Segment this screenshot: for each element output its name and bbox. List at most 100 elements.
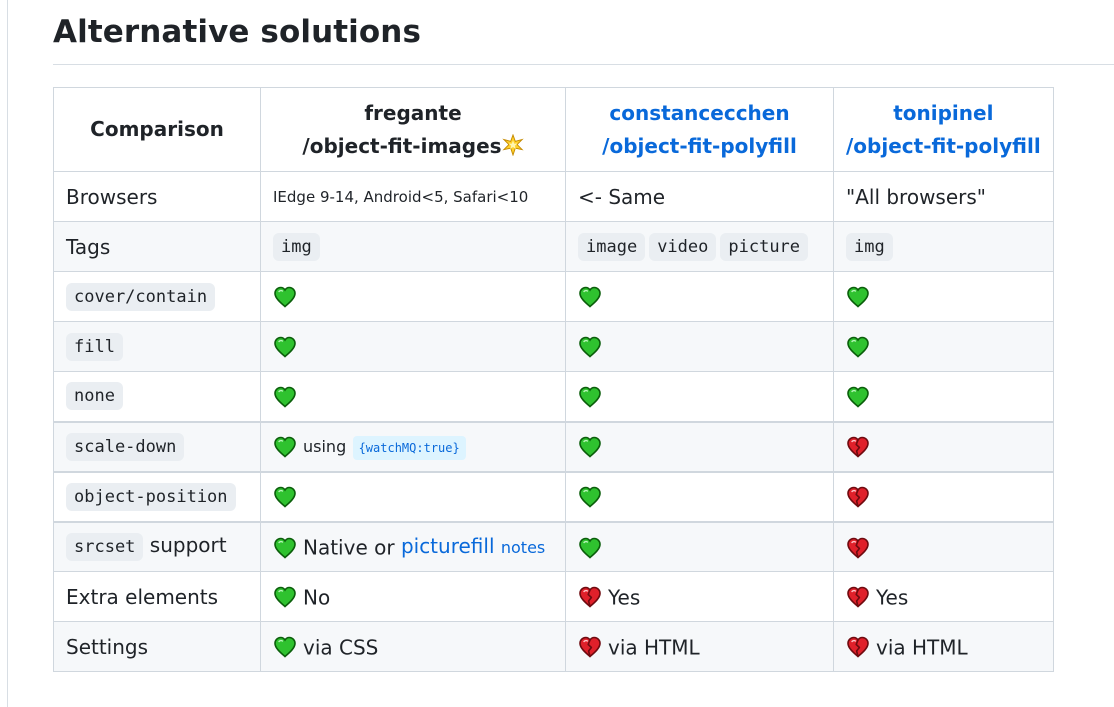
row-srcset: srcset support Native or picturefill not… <box>53 520 1054 572</box>
none-fregante <box>260 371 566 422</box>
header-tonipinel[interactable]: tonipinel /object-fit-polyfill <box>833 87 1054 172</box>
watchmq-code: {watchMQ:true} <box>352 436 466 460</box>
row-label: Browsers <box>53 171 261 222</box>
header-fregante-repo-label: /object-fit-images <box>302 133 502 158</box>
srcset-constancecchen <box>565 520 834 572</box>
green-heart-icon <box>273 335 297 359</box>
scale-down-constancecchen <box>565 420 834 472</box>
settings-fregante: via CSS <box>260 621 566 672</box>
picturefill-link[interactable]: picturefill <box>401 534 495 558</box>
header-tonipinel-owner-link[interactable]: tonipinel <box>846 97 1041 130</box>
green-heart-icon <box>846 285 870 309</box>
browsers-fregante: IEdge 9-14, Android<5, Safari<10 <box>260 171 566 222</box>
extra-constancecchen-text: Yes <box>608 585 641 610</box>
header-constancecchen[interactable]: constancecchen /object-fit-polyfill <box>565 87 834 172</box>
object-position-constancecchen <box>565 470 834 522</box>
browsers-constancecchen: <- Same <box>565 171 834 222</box>
row-label: none <box>53 371 261 422</box>
scale-down-tonipinel <box>833 420 1054 472</box>
srcset-native-text: Native or <box>303 535 395 560</box>
broken-heart-icon <box>846 635 870 659</box>
row-label: Settings <box>53 621 261 672</box>
green-heart-icon <box>578 385 602 409</box>
green-heart-icon <box>578 435 602 459</box>
green-heart-icon <box>273 285 297 309</box>
green-heart-icon <box>578 335 602 359</box>
row-scale-down: scale-down using {watchMQ:true} <box>53 420 1054 472</box>
tag-code: img <box>273 232 320 261</box>
green-heart-icon <box>578 485 602 509</box>
green-heart-icon <box>273 635 297 659</box>
scale-down-note: using <box>303 437 347 456</box>
row-settings: Settings via CSS via HTML via HTML <box>53 621 1054 672</box>
row-label-code: cover/contain <box>66 282 216 311</box>
tag-code: img <box>846 232 893 261</box>
header-comparison: Comparison <box>53 87 261 172</box>
row-tags: Tags img image video picture img <box>53 221 1054 272</box>
fill-tonipinel <box>833 321 1054 372</box>
header-fregante-owner: fregante <box>364 100 462 125</box>
cover-constancecchen <box>565 271 834 322</box>
tags-fregante: img <box>260 221 566 272</box>
green-heart-icon <box>273 385 297 409</box>
row-fill: fill <box>53 321 1054 372</box>
row-label: srcset support <box>53 520 261 572</box>
row-cover-contain: cover/contain <box>53 271 1054 322</box>
green-heart-icon <box>273 536 297 560</box>
header-constancecchen-owner-link[interactable]: constancecchen <box>578 97 821 130</box>
cover-tonipinel <box>833 271 1054 322</box>
row-label-code: fill <box>66 332 123 361</box>
row-label-text: support <box>149 532 227 557</box>
green-heart-icon <box>273 585 297 609</box>
cover-fregante <box>260 271 566 322</box>
tag-code: video <box>649 232 717 261</box>
comparison-table: Comparison fregante /object-fit-images c… <box>53 87 1054 672</box>
row-label: Tags <box>53 221 261 272</box>
sparkle-star-icon <box>501 133 524 157</box>
heading-divider <box>53 64 1114 65</box>
settings-fregante-text: via CSS <box>303 635 379 660</box>
notes-link[interactable]: notes <box>501 538 545 557</box>
header-fregante: fregante /object-fit-images <box>260 87 566 172</box>
header-comparison-label: Comparison <box>90 117 224 141</box>
tag-code: image <box>578 232 646 261</box>
green-heart-icon <box>846 335 870 359</box>
extra-tonipinel: Yes <box>833 571 1054 622</box>
row-label: fill <box>53 321 261 372</box>
row-object-position: object-position <box>53 470 1054 522</box>
settings-constancecchen: via HTML <box>565 621 834 672</box>
left-border <box>7 0 8 707</box>
broken-heart-icon <box>578 585 602 609</box>
object-position-tonipinel <box>833 470 1054 522</box>
row-label-code: object-position <box>66 482 236 511</box>
green-heart-icon <box>578 285 602 309</box>
green-heart-icon <box>273 485 297 509</box>
object-position-fregante <box>260 470 566 522</box>
tags-constancecchen: image video picture <box>565 221 834 272</box>
extra-constancecchen: Yes <box>565 571 834 622</box>
row-label-code: srcset <box>66 532 144 561</box>
row-label: object-position <box>53 470 261 522</box>
row-label: cover/contain <box>53 271 261 322</box>
header-constancecchen-repo-link[interactable]: /object-fit-polyfill <box>578 130 821 163</box>
srcset-tonipinel <box>833 520 1054 572</box>
settings-tonipinel: via HTML <box>833 621 1054 672</box>
green-heart-icon <box>273 435 297 459</box>
row-label: Extra elements <box>53 571 261 622</box>
section-heading: Alternative solutions <box>53 14 422 50</box>
header-tonipinel-repo-link[interactable]: /object-fit-polyfill <box>846 130 1041 163</box>
settings-tonipinel-text: via HTML <box>876 635 968 660</box>
broken-heart-icon <box>846 585 870 609</box>
none-constancecchen <box>565 371 834 422</box>
scale-down-fregante: using {watchMQ:true} <box>260 420 566 472</box>
row-label-code: none <box>66 382 123 411</box>
fill-constancecchen <box>565 321 834 372</box>
header-fregante-repo: /object-fit-images <box>273 130 553 163</box>
row-none: none <box>53 371 1054 422</box>
none-tonipinel <box>833 371 1054 422</box>
fill-fregante <box>260 321 566 372</box>
row-label-code: scale-down <box>66 432 185 461</box>
tag-code: picture <box>720 232 809 261</box>
header-row: Comparison fregante /object-fit-images c… <box>53 87 1054 172</box>
green-heart-icon <box>846 385 870 409</box>
